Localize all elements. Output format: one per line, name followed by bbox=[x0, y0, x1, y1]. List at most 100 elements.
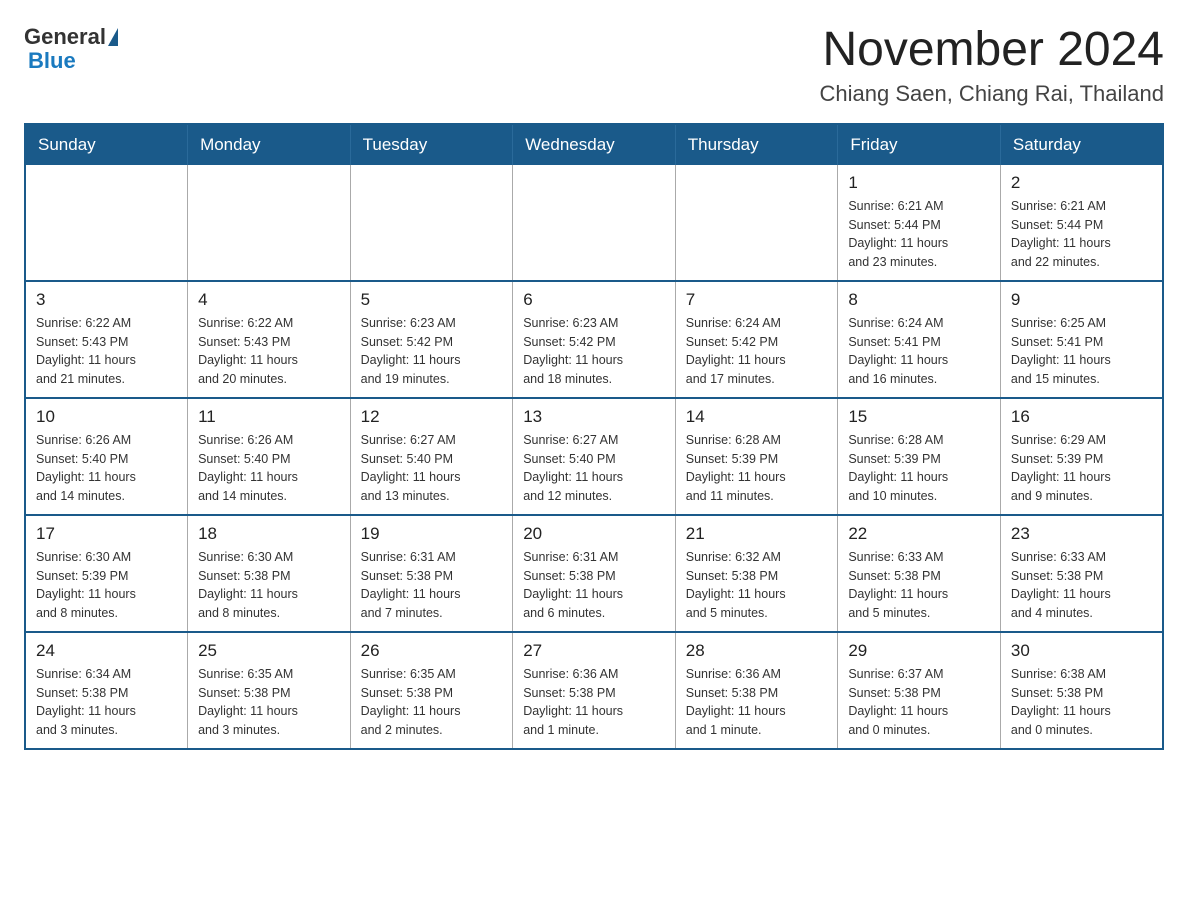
calendar-cell: 28Sunrise: 6:36 AM Sunset: 5:38 PM Dayli… bbox=[675, 632, 838, 749]
logo: General Blue bbox=[24, 24, 118, 74]
calendar-cell: 20 Sunrise: 6:31 AM Sunset: 5:38 PM Dayli… bbox=[513, 515, 676, 632]
day-info: Sunrise: 6:36 AM Sunset: 5:38 PM Dayligh… bbox=[686, 665, 828, 740]
day-info: Sunrise: 6:22 AM Sunset: 5:43 PM Dayligh… bbox=[36, 314, 177, 389]
calendar-cell bbox=[513, 165, 676, 281]
calendar-cell: 26 Sunrise: 6:35 AM Sunset: 5:38 PM Dayli… bbox=[350, 632, 513, 749]
day-info: Sunrise: 6:24 AM Sunset: 5:42 PM Dayligh… bbox=[686, 314, 828, 389]
day-number: 4 bbox=[198, 290, 340, 310]
day-number: 26 bbox=[361, 641, 503, 661]
calendar-cell: 1 Sunrise: 6:21 AM Sunset: 5:44 PM Daylig… bbox=[838, 165, 1001, 281]
calendar-cell: 22 Sunrise: 6:33 AM Sunset: 5:38 PM Dayli… bbox=[838, 515, 1001, 632]
day-info: Sunrise: 6:31 AM Sunset: 5:38 PM Dayligh… bbox=[523, 548, 665, 623]
title-section: November 2024 Chiang Saen, Chiang Rai, T… bbox=[820, 24, 1165, 107]
calendar-header-friday: Friday bbox=[838, 124, 1001, 165]
calendar-cell: 29 Sunrise: 6:37 AM Sunset: 5:38 PM Dayli… bbox=[838, 632, 1001, 749]
day-info: Sunrise: 6:33 AM Sunset: 5:38 PM Dayligh… bbox=[848, 548, 990, 623]
calendar-header-wednesday: Wednesday bbox=[513, 124, 676, 165]
logo-general: General bbox=[24, 24, 106, 50]
day-number: 30 bbox=[1011, 641, 1152, 661]
day-number: 27 bbox=[523, 641, 665, 661]
calendar-cell: 15 Sunrise: 6:28 AM Sunset: 5:39 PM Dayli… bbox=[838, 398, 1001, 515]
day-number: 16 bbox=[1011, 407, 1152, 427]
day-number: 14 bbox=[686, 407, 828, 427]
day-number: 24 bbox=[36, 641, 177, 661]
day-number: 8 bbox=[848, 290, 990, 310]
calendar-cell: 23 Sunrise: 6:33 AM Sunset: 5:38 PM Dayli… bbox=[1000, 515, 1163, 632]
day-info: Sunrise: 6:23 AM Sunset: 5:42 PM Dayligh… bbox=[523, 314, 665, 389]
day-number: 6 bbox=[523, 290, 665, 310]
calendar-cell: 18Sunrise: 6:30 AM Sunset: 5:38 PM Dayli… bbox=[188, 515, 351, 632]
calendar-cell bbox=[188, 165, 351, 281]
day-info: Sunrise: 6:28 AM Sunset: 5:39 PM Dayligh… bbox=[848, 431, 990, 506]
day-info: Sunrise: 6:21 AM Sunset: 5:44 PM Dayligh… bbox=[1011, 197, 1152, 272]
day-info: Sunrise: 6:22 AM Sunset: 5:43 PM Dayligh… bbox=[198, 314, 340, 389]
day-info: Sunrise: 6:36 AM Sunset: 5:38 PM Dayligh… bbox=[523, 665, 665, 740]
calendar-cell: 12Sunrise: 6:27 AM Sunset: 5:40 PM Dayli… bbox=[350, 398, 513, 515]
calendar-cell: 25 Sunrise: 6:35 AM Sunset: 5:38 PM Dayli… bbox=[188, 632, 351, 749]
day-number: 25 bbox=[198, 641, 340, 661]
calendar-header-tuesday: Tuesday bbox=[350, 124, 513, 165]
calendar-cell: 16 Sunrise: 6:29 AM Sunset: 5:39 PM Dayli… bbox=[1000, 398, 1163, 515]
calendar-cell: 14 Sunrise: 6:28 AM Sunset: 5:39 PM Dayli… bbox=[675, 398, 838, 515]
day-number: 29 bbox=[848, 641, 990, 661]
calendar-cell: 7Sunrise: 6:24 AM Sunset: 5:42 PM Daylig… bbox=[675, 281, 838, 398]
day-info: Sunrise: 6:35 AM Sunset: 5:38 PM Dayligh… bbox=[361, 665, 503, 740]
calendar-header-row: SundayMondayTuesdayWednesdayThursdayFrid… bbox=[25, 124, 1163, 165]
calendar-cell: 5 Sunrise: 6:23 AM Sunset: 5:42 PM Daylig… bbox=[350, 281, 513, 398]
day-info: Sunrise: 6:28 AM Sunset: 5:39 PM Dayligh… bbox=[686, 431, 828, 506]
logo-blue: Blue bbox=[28, 48, 76, 74]
location-title: Chiang Saen, Chiang Rai, Thailand bbox=[820, 81, 1165, 107]
calendar-cell: 27 Sunrise: 6:36 AM Sunset: 5:38 PM Dayli… bbox=[513, 632, 676, 749]
day-info: Sunrise: 6:32 AM Sunset: 5:38 PM Dayligh… bbox=[686, 548, 828, 623]
day-number: 10 bbox=[36, 407, 177, 427]
day-number: 5 bbox=[361, 290, 503, 310]
day-number: 1 bbox=[848, 173, 990, 193]
calendar-header-thursday: Thursday bbox=[675, 124, 838, 165]
day-info: Sunrise: 6:25 AM Sunset: 5:41 PM Dayligh… bbox=[1011, 314, 1152, 389]
day-number: 2 bbox=[1011, 173, 1152, 193]
day-number: 23 bbox=[1011, 524, 1152, 544]
day-info: Sunrise: 6:35 AM Sunset: 5:38 PM Dayligh… bbox=[198, 665, 340, 740]
calendar-cell: 19Sunrise: 6:31 AM Sunset: 5:38 PM Dayli… bbox=[350, 515, 513, 632]
calendar-cell: 13Sunrise: 6:27 AM Sunset: 5:40 PM Dayli… bbox=[513, 398, 676, 515]
day-info: Sunrise: 6:27 AM Sunset: 5:40 PM Dayligh… bbox=[523, 431, 665, 506]
page-header: General Blue November 2024 Chiang Saen, … bbox=[24, 24, 1164, 107]
day-info: Sunrise: 6:33 AM Sunset: 5:38 PM Dayligh… bbox=[1011, 548, 1152, 623]
day-info: Sunrise: 6:23 AM Sunset: 5:42 PM Dayligh… bbox=[361, 314, 503, 389]
calendar-week-row: 10Sunrise: 6:26 AM Sunset: 5:40 PM Dayli… bbox=[25, 398, 1163, 515]
calendar-week-row: 1 Sunrise: 6:21 AM Sunset: 5:44 PM Daylig… bbox=[25, 165, 1163, 281]
calendar-cell bbox=[350, 165, 513, 281]
day-number: 3 bbox=[36, 290, 177, 310]
day-number: 11 bbox=[198, 407, 340, 427]
calendar-header-monday: Monday bbox=[188, 124, 351, 165]
day-number: 22 bbox=[848, 524, 990, 544]
calendar-cell: 10Sunrise: 6:26 AM Sunset: 5:40 PM Dayli… bbox=[25, 398, 188, 515]
calendar-header-saturday: Saturday bbox=[1000, 124, 1163, 165]
day-info: Sunrise: 6:21 AM Sunset: 5:44 PM Dayligh… bbox=[848, 197, 990, 272]
day-info: Sunrise: 6:29 AM Sunset: 5:39 PM Dayligh… bbox=[1011, 431, 1152, 506]
calendar-table: SundayMondayTuesdayWednesdayThursdayFrid… bbox=[24, 123, 1164, 750]
calendar-cell: 4 Sunrise: 6:22 AM Sunset: 5:43 PM Daylig… bbox=[188, 281, 351, 398]
month-title: November 2024 bbox=[820, 24, 1165, 77]
day-info: Sunrise: 6:38 AM Sunset: 5:38 PM Dayligh… bbox=[1011, 665, 1152, 740]
calendar-cell: 9 Sunrise: 6:25 AM Sunset: 5:41 PM Daylig… bbox=[1000, 281, 1163, 398]
day-info: Sunrise: 6:27 AM Sunset: 5:40 PM Dayligh… bbox=[361, 431, 503, 506]
day-info: Sunrise: 6:24 AM Sunset: 5:41 PM Dayligh… bbox=[848, 314, 990, 389]
day-info: Sunrise: 6:37 AM Sunset: 5:38 PM Dayligh… bbox=[848, 665, 990, 740]
day-info: Sunrise: 6:30 AM Sunset: 5:39 PM Dayligh… bbox=[36, 548, 177, 623]
calendar-cell bbox=[675, 165, 838, 281]
day-number: 15 bbox=[848, 407, 990, 427]
day-number: 17 bbox=[36, 524, 177, 544]
calendar-cell: 17 Sunrise: 6:30 AM Sunset: 5:39 PM Dayli… bbox=[25, 515, 188, 632]
calendar-cell: 30 Sunrise: 6:38 AM Sunset: 5:38 PM Dayli… bbox=[1000, 632, 1163, 749]
calendar-week-row: 24 Sunrise: 6:34 AM Sunset: 5:38 PM Dayli… bbox=[25, 632, 1163, 749]
calendar-cell: 8 Sunrise: 6:24 AM Sunset: 5:41 PM Daylig… bbox=[838, 281, 1001, 398]
day-number: 21 bbox=[686, 524, 828, 544]
calendar-cell: 6 Sunrise: 6:23 AM Sunset: 5:42 PM Daylig… bbox=[513, 281, 676, 398]
calendar-cell: 21 Sunrise: 6:32 AM Sunset: 5:38 PM Dayli… bbox=[675, 515, 838, 632]
calendar-header-sunday: Sunday bbox=[25, 124, 188, 165]
day-number: 18 bbox=[198, 524, 340, 544]
day-number: 20 bbox=[523, 524, 665, 544]
day-info: Sunrise: 6:34 AM Sunset: 5:38 PM Dayligh… bbox=[36, 665, 177, 740]
day-number: 9 bbox=[1011, 290, 1152, 310]
